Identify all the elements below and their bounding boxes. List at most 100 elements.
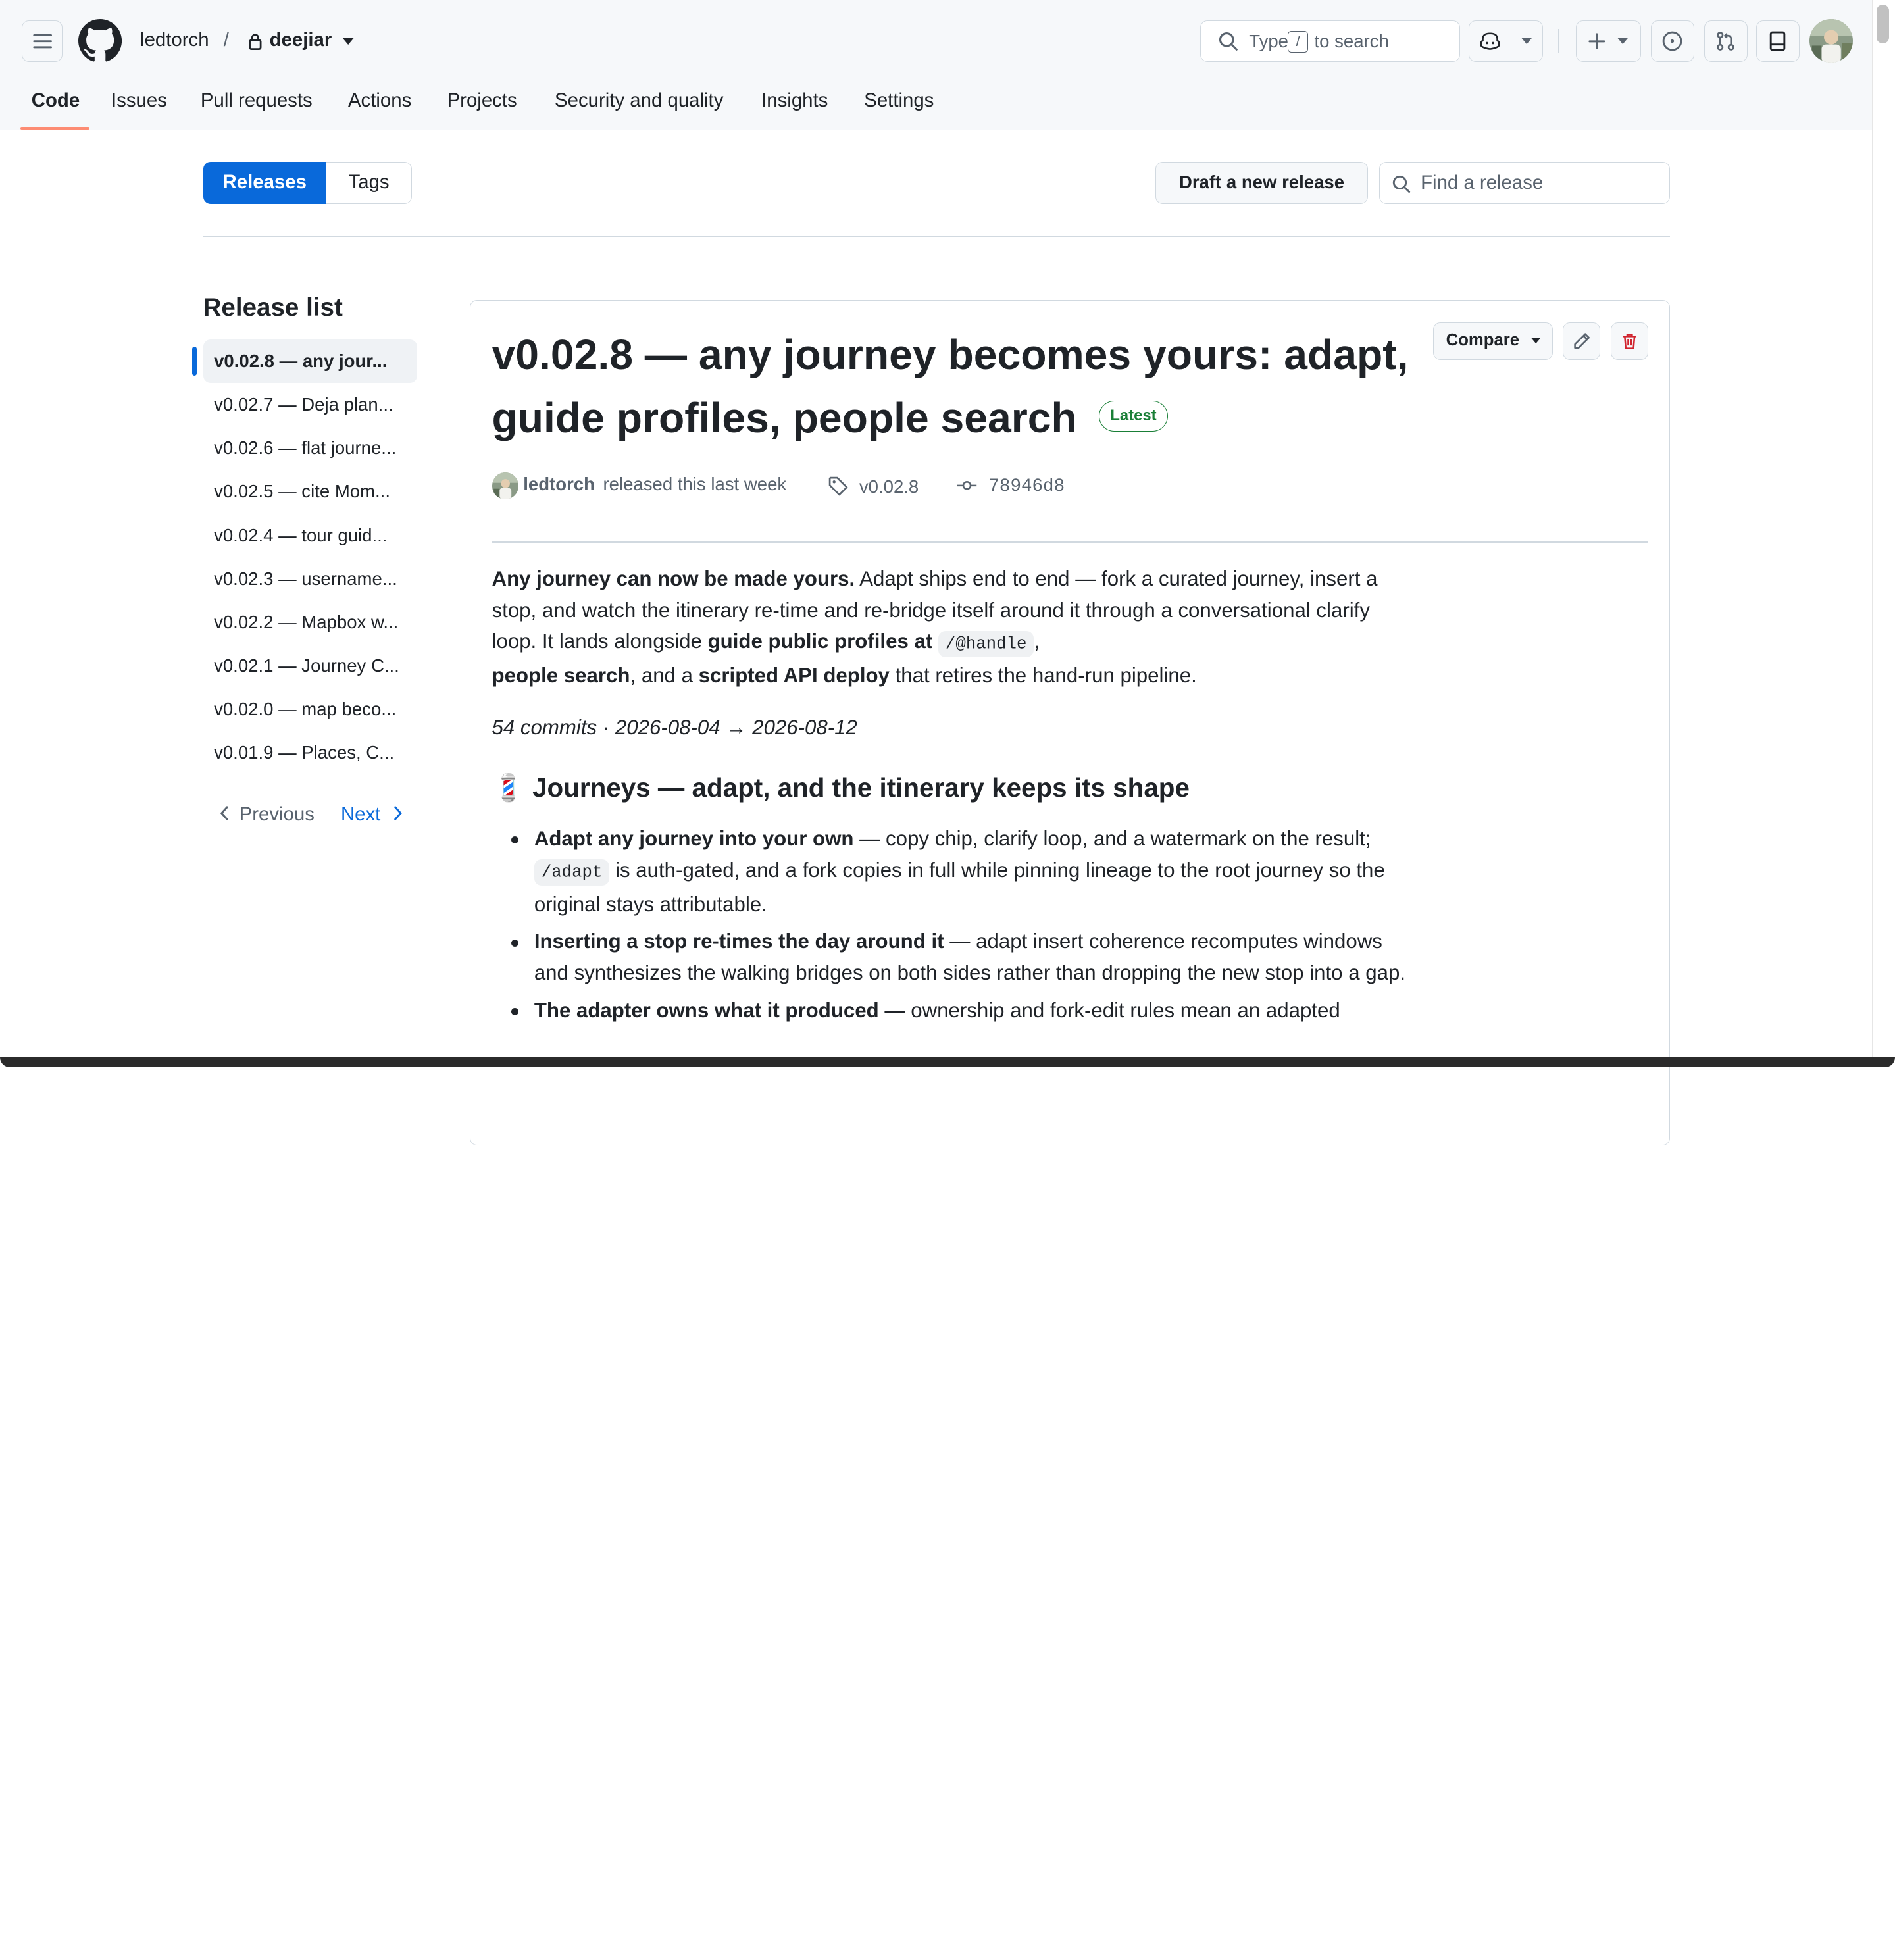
chevron-down-icon (1530, 338, 1542, 344)
tab-pull-requests[interactable]: Pull requests (201, 89, 313, 112)
releases-tab-button[interactable]: Releases (203, 162, 326, 205)
release-header-divider (492, 541, 1649, 543)
tab-security-and-quality[interactable]: Security and quality (555, 89, 723, 112)
tab-settings[interactable]: Settings (864, 89, 934, 112)
release-list-item[interactable]: v0.02.6 — flat journe... (203, 426, 417, 470)
edit-release-button[interactable] (1562, 322, 1600, 361)
lock-icon (248, 34, 262, 50)
search-icon (1392, 176, 1411, 193)
bullet-text: is auth-gated, and a fork copies in full… (534, 858, 1385, 916)
bullet-code: /adapt (534, 859, 610, 886)
previous-label: Previous (239, 803, 315, 826)
github-logo-icon[interactable] (78, 19, 122, 63)
release-list-item[interactable]: v0.02.0 — map beco... (203, 688, 417, 731)
avatar-image (492, 472, 518, 499)
release-list-item[interactable]: v0.02.8 — any jour... (203, 339, 417, 384)
search-prefix: Type (1249, 30, 1289, 51)
tab-code[interactable]: Code (32, 89, 80, 112)
menu-button[interactable] (22, 20, 63, 62)
release-list-item[interactable]: v0.02.1 — Journey C... (203, 644, 417, 688)
release-tag-link[interactable]: v0.02.8 (859, 476, 919, 497)
notifications-button[interactable] (1756, 20, 1800, 62)
chevron-down-icon[interactable] (341, 37, 355, 45)
latest-badge: Latest (1098, 400, 1169, 432)
breadcrumb-separator: / (223, 29, 229, 51)
repo-header: ledtorch / deejiar Type / to search Code… (0, 0, 1873, 131)
intro-highlight: scripted API deploy (698, 664, 890, 688)
intro-text: that retires the hand-run pipeline. (889, 664, 1197, 688)
create-new-button[interactable] (1576, 20, 1642, 62)
find-release-input[interactable] (1421, 170, 1663, 197)
release-list-item[interactable]: v0.02.7 — Deja plan... (203, 383, 417, 426)
chevron-down-icon (1522, 38, 1532, 45)
commit-link[interactable]: 78946d8 (988, 476, 1065, 497)
breadcrumb-repo[interactable]: deejiar (270, 29, 332, 51)
pencil-icon (1573, 333, 1590, 349)
release-list-item[interactable]: v0.01.9 — Places, C... (203, 731, 417, 774)
bullet-text: — ownership and fork-edit rules mean an … (878, 999, 1340, 1022)
page-scrollbar[interactable] (1872, 0, 1895, 1067)
release-list-item[interactable]: v0.02.4 — tour guid... (203, 514, 417, 557)
window-bottom-edge (0, 1057, 1895, 1067)
tag-icon (828, 476, 848, 496)
previous-page-button[interactable]: Previous (220, 803, 315, 826)
commit-range-summary: 54 commits · 2026-08-04 → 2026-08-12 (492, 716, 857, 740)
next-page-button[interactable]: Next (341, 803, 402, 826)
tab-projects[interactable]: Projects (447, 89, 517, 112)
compare-button[interactable]: Compare (1433, 322, 1554, 361)
barber-pole-icon: 💈 (492, 772, 525, 803)
intro-highlight: guide public profiles at (707, 630, 933, 653)
global-search[interactable]: Type / to search (1200, 20, 1460, 62)
intro-lead: Any journey can now be made yours. (492, 566, 855, 590)
release-title-text[interactable]: v0.02.8 — any journey becomes yours: ada… (492, 331, 1409, 441)
section-title: Journeys — adapt, and the itinerary keep… (532, 772, 1190, 803)
release-list-item[interactable]: v0.02.3 — username... (203, 557, 417, 601)
releases-tags-toggle: Releases Tags (203, 162, 413, 205)
bullet-lead: The adapter owns what it produced (534, 999, 879, 1022)
git-commit-icon (957, 481, 977, 491)
compare-label: Compare (1446, 331, 1520, 350)
release-list-item[interactable]: v0.02.2 — Mapbox w... (203, 601, 417, 644)
copilot-button[interactable] (1468, 20, 1512, 62)
author-link[interactable]: ledtorch (523, 474, 595, 495)
list-item: Adapt any journey into your own — copy c… (511, 823, 1411, 920)
delete-release-button[interactable] (1611, 322, 1649, 361)
avatar-image (1809, 19, 1853, 63)
tab-issues[interactable]: Issues (111, 89, 167, 112)
search-suffix: to search (1314, 30, 1389, 51)
copilot-icon (1480, 32, 1500, 50)
next-label: Next (340, 803, 381, 826)
trash-icon (1623, 334, 1636, 350)
author-avatar[interactable] (492, 472, 518, 499)
active-tab-indicator (20, 126, 89, 130)
search-shortcut-key: / (1288, 30, 1309, 53)
journey-bullets: Adapt any journey into your own — copy c… (492, 823, 1411, 1026)
chevron-down-icon (1618, 38, 1629, 45)
chevron-right-icon (393, 806, 402, 821)
find-release-field[interactable] (1378, 162, 1671, 205)
bullet-text: — copy chip, clarify loop, and a waterma… (853, 827, 1371, 851)
user-avatar[interactable] (1809, 19, 1853, 63)
issue-opened-icon (1663, 31, 1682, 51)
inbox-icon (1770, 31, 1786, 51)
your-pull-requests-button[interactable] (1704, 20, 1748, 62)
subnav-divider (203, 236, 1671, 237)
list-item: The adapter owns what it produced — owne… (511, 995, 1411, 1026)
breadcrumb-owner[interactable]: ledtorch (140, 29, 209, 51)
scrollbar-thumb[interactable] (1877, 5, 1889, 44)
released-timestamp: released this last week (603, 473, 787, 494)
intro-highlight: people search (492, 664, 630, 688)
draft-new-release-button[interactable]: Draft a new release (1155, 162, 1369, 205)
your-issues-button[interactable] (1650, 20, 1695, 62)
bullet-lead: Adapt any journey into your own (534, 827, 854, 851)
copilot-menu-button[interactable] (1510, 20, 1544, 62)
tags-tab-button[interactable]: Tags (326, 162, 413, 205)
search-icon (1219, 32, 1238, 51)
release-notes: Any journey can now be made yours. Adapt… (492, 563, 1411, 1032)
release-intro: Any journey can now be made yours. Adapt… (492, 563, 1411, 691)
release-list-item[interactable]: v0.02.5 — cite Mom... (203, 470, 417, 513)
tab-actions[interactable]: Actions (348, 89, 411, 112)
release-list-heading: Release list (203, 293, 343, 322)
tab-insights[interactable]: Insights (761, 89, 828, 112)
list-item: Inserting a stop re-times the day around… (511, 926, 1411, 989)
